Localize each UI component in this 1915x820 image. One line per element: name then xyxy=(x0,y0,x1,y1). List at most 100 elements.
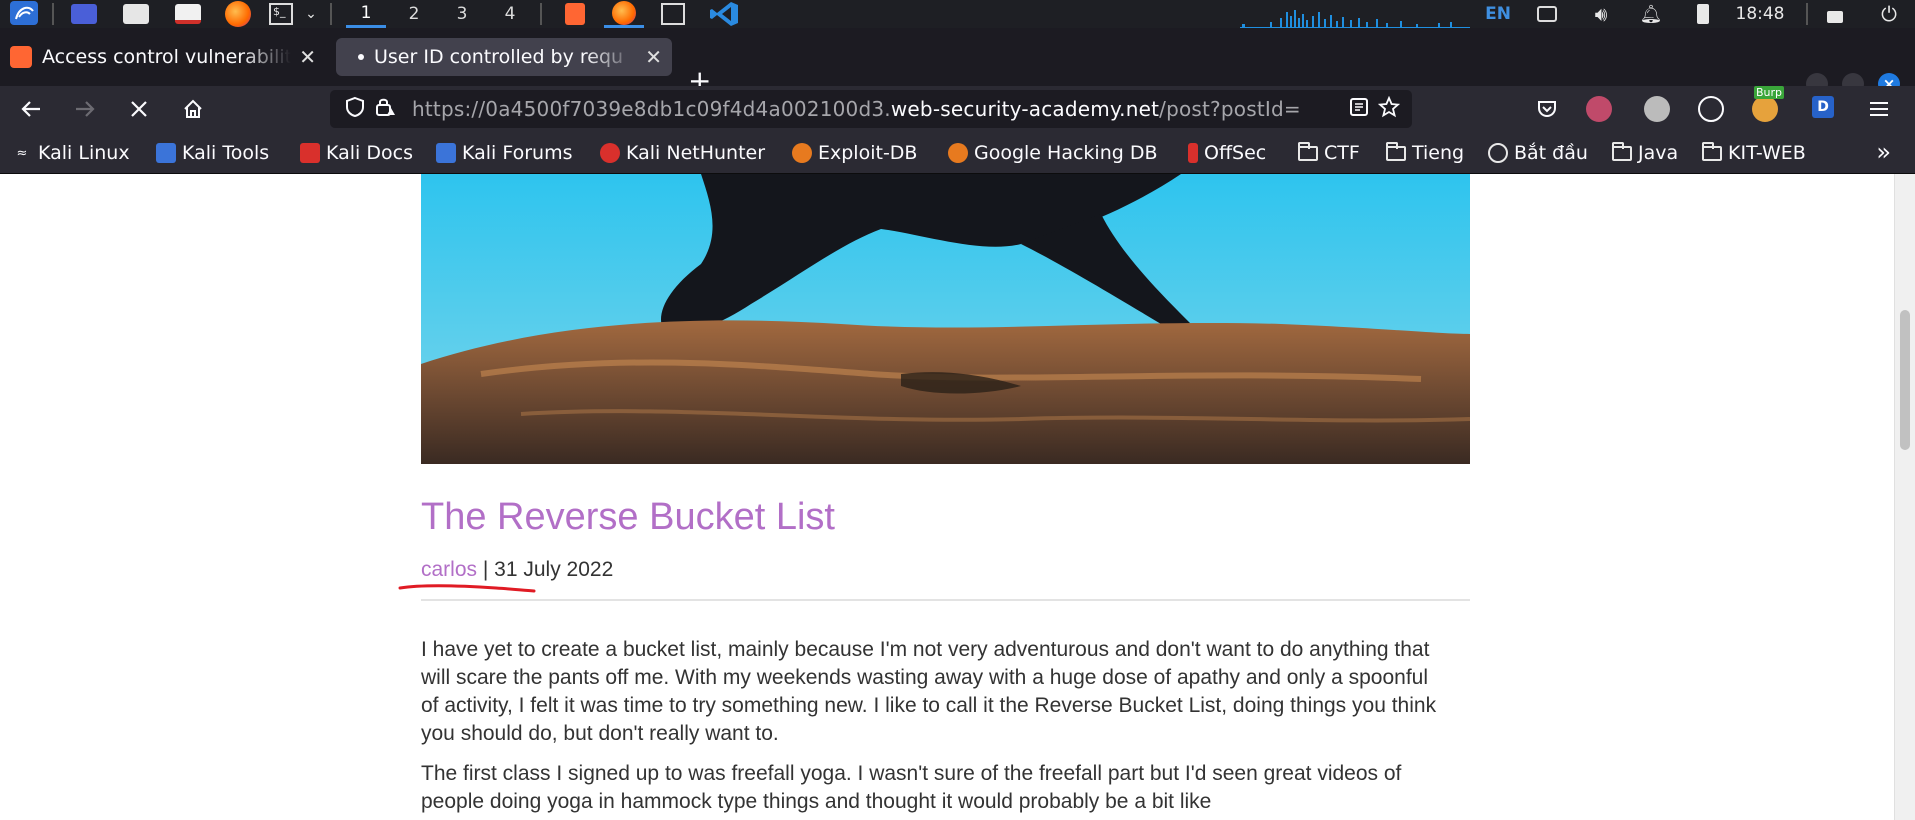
offsec-icon xyxy=(1188,143,1198,163)
bookmark-label: Kali Forums xyxy=(462,142,573,164)
ghdb-icon xyxy=(948,143,968,163)
workspace-4[interactable]: 4 xyxy=(490,0,530,28)
post-paragraph-2: The first class I signed up to was freef… xyxy=(421,762,1402,813)
scrollbar-thumb[interactable] xyxy=(1900,310,1910,450)
kali-docs-icon xyxy=(300,143,320,163)
bookmark-label: OffSec xyxy=(1204,142,1267,164)
url-path: /post?postId= xyxy=(1159,97,1301,121)
lock-warning-icon[interactable] xyxy=(370,96,400,123)
volume-icon[interactable]: 🔊︎ xyxy=(1584,0,1618,28)
os-taskbar: $_ ⌄ 1 2 3 4 EN 🔊︎ 🔔︎ 18:48 ⏻ xyxy=(0,0,1915,28)
kali-menu-icon[interactable] xyxy=(4,0,44,28)
close-icon xyxy=(131,101,147,117)
chevron-down-icon[interactable]: ⌄ xyxy=(300,0,322,28)
close-tab-icon[interactable]: ✕ xyxy=(299,45,316,69)
post-paragraph-1: I have yet to create a bucket list, main… xyxy=(421,638,1437,745)
battery-icon[interactable] xyxy=(1688,0,1718,28)
cookie-editor-icon[interactable] xyxy=(1698,96,1724,122)
bookmark-label: CTF xyxy=(1324,142,1360,164)
app-menu-button[interactable] xyxy=(1862,92,1896,126)
clock[interactable]: 18:48 xyxy=(1728,0,1792,28)
forward-button[interactable] xyxy=(68,92,102,126)
firefox-launcher-icon[interactable] xyxy=(220,0,256,28)
home-button[interactable] xyxy=(176,92,210,126)
bookmark-google-hacking-db[interactable]: Google Hacking DB xyxy=(948,140,1158,166)
bookmark-label: Tieng xyxy=(1412,142,1465,164)
bookmark-label: Exploit-DB xyxy=(818,142,918,164)
show-desktop-icon[interactable] xyxy=(66,0,102,28)
reader-view-icon[interactable] xyxy=(1344,97,1374,122)
tab-user-id-controlled[interactable]: User ID controlled by requ ✕ xyxy=(336,38,672,76)
workspace-3[interactable]: 3 xyxy=(442,0,482,28)
foxyproxy-icon[interactable]: Burp xyxy=(1752,86,1785,122)
url-text[interactable]: https://0a4500f7039e8db1c09f4d4a002100d3… xyxy=(412,97,1344,121)
exploit-db-icon xyxy=(792,143,812,163)
file-manager-icon[interactable] xyxy=(118,0,154,28)
bookmark-kali-nethunter[interactable]: Kali NetHunter xyxy=(600,140,765,166)
firefox-window-icon[interactable] xyxy=(604,0,644,28)
bookmark-folder-java[interactable]: Java xyxy=(1612,140,1678,166)
back-button[interactable] xyxy=(14,92,48,126)
keyboard-layout-indicator[interactable]: EN xyxy=(1480,0,1516,28)
lock-screen-icon[interactable] xyxy=(1820,0,1850,28)
bookmark-label: Kali Linux xyxy=(38,142,130,164)
display-icon[interactable] xyxy=(1530,0,1564,28)
bookmark-bat-dau[interactable]: Bắt đầu xyxy=(1488,140,1588,166)
bookmark-folder-ctf[interactable]: CTF xyxy=(1298,140,1360,166)
bookmark-folder-kit-web[interactable]: KIT-WEB xyxy=(1702,140,1806,166)
notification-bell-icon[interactable]: 🔔︎ xyxy=(1636,0,1666,28)
close-tab-icon[interactable]: ✕ xyxy=(645,45,662,69)
folder-icon xyxy=(1298,141,1318,161)
bookmark-exploit-db[interactable]: Exploit-DB xyxy=(792,140,917,166)
bookmark-label: Bắt đầu xyxy=(1514,142,1588,164)
url-bar[interactable]: https://0a4500f7039e8db1c09f4d4a002100d3… xyxy=(330,90,1412,128)
bookmark-label: Kali NetHunter xyxy=(626,142,766,164)
page-scrollbar[interactable] xyxy=(1894,174,1915,820)
logout-icon[interactable]: ⏻ xyxy=(1872,0,1906,28)
pocket-icon[interactable] xyxy=(1534,96,1560,122)
url-prefix: https://0a4500f7039e8db1c09f4d4a002100d3… xyxy=(412,97,891,121)
vscode-window-icon[interactable] xyxy=(706,0,742,28)
byline-divider xyxy=(421,599,1470,601)
loading-dot-icon xyxy=(358,54,364,60)
nethunter-icon xyxy=(600,143,620,163)
workspace-1[interactable]: 1 xyxy=(346,0,386,28)
bookmark-offsec[interactable]: OffSec xyxy=(1188,140,1266,166)
workspace-2[interactable]: 2 xyxy=(394,0,434,28)
bookmark-kali-linux[interactable]: ≈ Kali Linux xyxy=(12,140,130,166)
bookmark-folder-tieng[interactable]: Tieng xyxy=(1386,140,1464,166)
tab-title: User ID controlled by requ xyxy=(374,46,624,68)
globe-icon xyxy=(1488,143,1508,163)
d-extension-icon[interactable]: D xyxy=(1812,96,1834,118)
clock-label: 18:48 xyxy=(1735,4,1785,24)
bookmark-kali-docs[interactable]: Kali Docs xyxy=(300,140,413,166)
author-link[interactable]: carlos xyxy=(421,558,477,581)
text-editor-icon[interactable] xyxy=(170,0,206,28)
folder-icon xyxy=(1612,141,1632,161)
terminal-window-icon[interactable] xyxy=(658,0,688,28)
arrow-right-icon xyxy=(76,101,95,117)
home-icon xyxy=(184,99,202,118)
bookmark-label: Google Hacking DB xyxy=(974,142,1158,164)
tab-access-control[interactable]: Access control vulnerabilit ✕ xyxy=(0,38,326,76)
bookmark-kali-tools[interactable]: Kali Tools xyxy=(156,140,269,166)
bookmark-kali-forums[interactable]: Kali Forums xyxy=(436,140,573,166)
navigation-toolbar: https://0a4500f7039e8db1c09f4d4a002100d3… xyxy=(0,86,1915,132)
stop-loading-button[interactable] xyxy=(122,92,156,126)
browser-tab-strip: Access control vulnerabilit ✕ User ID co… xyxy=(0,28,1915,97)
bookmark-label: KIT-WEB xyxy=(1728,142,1806,164)
post-date: 31 July 2022 xyxy=(494,558,614,581)
bookmarks-overflow-chevron-icon[interactable]: » xyxy=(1876,138,1891,166)
bookmark-star-icon[interactable] xyxy=(1374,95,1404,123)
extension-mask-icon[interactable] xyxy=(1586,96,1612,122)
byline-separator: | xyxy=(477,558,495,581)
burp-window-icon[interactable] xyxy=(560,0,590,28)
terminal-launcher-icon[interactable]: $_ xyxy=(266,0,296,28)
arrow-left-icon xyxy=(21,101,40,117)
tracking-shield-icon[interactable] xyxy=(340,96,370,123)
extension-ghost-icon[interactable] xyxy=(1644,96,1670,122)
post-title: The Reverse Bucket List xyxy=(421,496,835,538)
bookmark-label: Kali Docs xyxy=(326,142,413,164)
tab-title: Access control vulnerabilit xyxy=(42,46,292,68)
post-byline: carlos | 31 July 2022 xyxy=(421,558,613,582)
